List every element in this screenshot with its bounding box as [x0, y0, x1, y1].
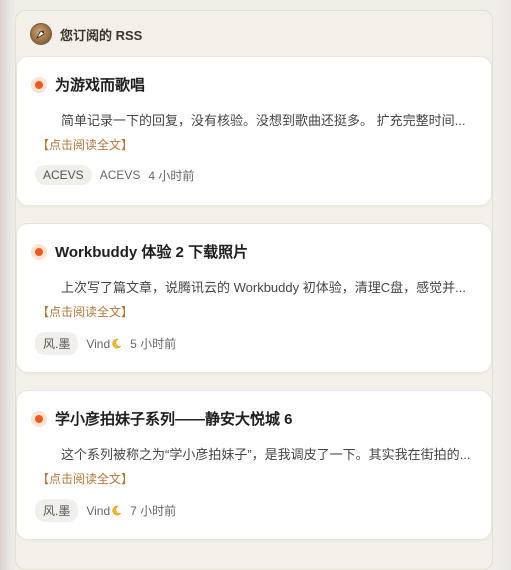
read-more-link[interactable]: 【点击阅读全文】	[37, 470, 133, 487]
panel-header: 您订阅的 RSS	[30, 22, 142, 46]
post-title[interactable]: Workbuddy 体验 2 下载照片	[55, 241, 248, 262]
post-card[interactable]: 为游戏而歌唱 简单记录一下的回复，没有核验。没想到歌曲还挺多。 扩充完整时间..…	[16, 56, 492, 206]
source-tag[interactable]: 风.墨	[35, 499, 79, 522]
panel-title: 您订阅的 RSS	[60, 27, 143, 43]
post-excerpt: 上次写了篇文章，说腾讯云的 Workbuddy 初体验，清理C盘，感觉并...	[61, 280, 466, 295]
post-title[interactable]: 学小彦拍妹子系列——静安大悦城 6	[55, 408, 293, 429]
orange-dot-icon	[31, 410, 47, 427]
crescent-moon-icon	[112, 505, 122, 515]
post-author-wrap: Vind	[86, 504, 122, 518]
post-title[interactable]: 为游戏而歌唱	[55, 74, 145, 95]
source-tag[interactable]: 风.墨	[35, 332, 79, 355]
orange-dot-icon	[31, 243, 47, 260]
post-excerpt: 这个系列被称之为“学小彦拍妹子”，是我调皮了一下。其实我在街拍的...	[61, 447, 471, 462]
post-time: 5 小时前	[130, 337, 177, 351]
post-meta: 风.墨 Vind 5 小时前	[35, 332, 176, 355]
post-card[interactable]: 学小彦拍妹子系列——静安大悦城 6 这个系列被称之为“学小彦拍妹子”，是我调皮了…	[16, 390, 492, 540]
post-title-row: 学小彦拍妹子系列——静安大悦城 6	[31, 408, 293, 429]
post-card[interactable]: Workbuddy 体验 2 下载照片 上次写了篇文章，说腾讯云的 Workbu…	[16, 223, 492, 373]
post-time: 7 小时前	[130, 504, 177, 518]
crescent-moon-icon	[112, 338, 122, 348]
source-tag[interactable]: ACEVS	[35, 165, 92, 185]
orange-dot-icon	[31, 76, 47, 93]
post-time: 4 小时前	[148, 168, 195, 183]
rss-avatar-icon	[30, 23, 52, 45]
post-title-row: 为游戏而歌唱	[31, 74, 145, 95]
post-author: ACEVS	[99, 168, 141, 182]
post-title-row: Workbuddy 体验 2 下载照片	[31, 241, 248, 262]
post-author: Vind	[86, 336, 111, 351]
read-more-link[interactable]: 【点击阅读全文】	[37, 136, 133, 153]
post-author: Vind	[86, 503, 111, 518]
post-meta: ACEVS ACEVS 4 小时前	[35, 165, 194, 185]
post-author-wrap: Vind	[86, 337, 122, 351]
read-more-link[interactable]: 【点击阅读全文】	[37, 303, 133, 320]
post-meta: 风.墨 Vind 7 小时前	[35, 499, 176, 522]
post-excerpt: 简单记录一下的回复，没有核验。没想到歌曲还挺多。 扩充完整时间...	[61, 113, 466, 128]
